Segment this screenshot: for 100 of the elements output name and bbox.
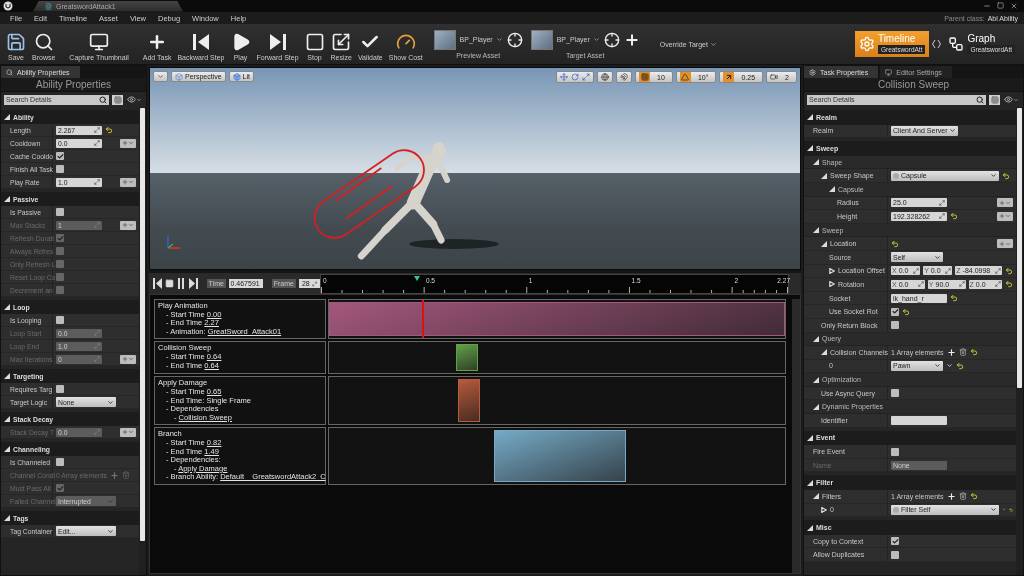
reset-arrow-icon[interactable]: [950, 212, 958, 221]
checkbox[interactable]: [56, 458, 64, 466]
close-icon[interactable]: [1010, 2, 1018, 10]
expander-icon[interactable]: [813, 335, 819, 342]
preset-button[interactable]: [120, 177, 136, 187]
pause-button[interactable]: [177, 277, 186, 290]
caret-icon[interactable]: [946, 362, 953, 370]
checkbox[interactable]: [891, 389, 899, 398]
checkbox[interactable]: [891, 321, 899, 330]
reset-arrow-icon[interactable]: [105, 126, 113, 134]
target-button[interactable]: [506, 31, 523, 48]
preset-button[interactable]: [997, 198, 1013, 208]
expander-icon[interactable]: [821, 172, 827, 179]
expander-icon[interactable]: [813, 227, 819, 234]
surface-snap-button[interactable]: [616, 71, 633, 83]
bar-start-edge[interactable]: [329, 302, 330, 337]
expander-icon[interactable]: [821, 240, 827, 247]
reset-arrow-icon[interactable]: [1005, 266, 1013, 275]
scrollbar-thumb[interactable]: [140, 108, 145, 542]
caret-icon: [107, 398, 114, 406]
expander-icon[interactable]: [829, 186, 835, 193]
expander-icon[interactable]: [4, 416, 10, 422]
expander-icon[interactable]: [829, 281, 835, 288]
expander-icon[interactable]: [807, 434, 813, 441]
bar-start-edge[interactable]: [455, 344, 457, 372]
checkbox[interactable]: [891, 307, 899, 316]
reset-arrow-icon[interactable]: [891, 239, 899, 248]
view-grid-button[interactable]: [112, 94, 123, 105]
expander-icon[interactable]: [807, 479, 813, 486]
snap-toggle[interactable]: [723, 72, 735, 82]
preset-button[interactable]: [997, 239, 1013, 249]
expander-icon[interactable]: [821, 506, 827, 513]
maximize-icon[interactable]: [997, 2, 1004, 9]
bar-start-edge[interactable]: [493, 430, 495, 482]
expander-icon[interactable]: [821, 349, 827, 356]
search-icon: [33, 32, 54, 52]
text-field[interactable]: [891, 415, 947, 425]
trash-icon[interactable]: [958, 492, 967, 501]
playhead-line[interactable]: [421, 300, 424, 339]
monitor-icon: [885, 68, 893, 76]
checkbox[interactable]: [891, 537, 899, 546]
checkbox[interactable]: [56, 385, 64, 393]
reset-arrow-icon[interactable]: [1005, 280, 1013, 289]
expander-icon[interactable]: [807, 114, 813, 121]
checkbox[interactable]: [56, 152, 64, 160]
drag-handle-icon: [94, 356, 100, 362]
world-space-button[interactable]: [597, 71, 614, 83]
bar-start-edge[interactable]: [457, 379, 459, 423]
expander-icon[interactable]: [4, 196, 10, 202]
expander-icon[interactable]: [4, 304, 10, 310]
mode-label: Timeline: [877, 34, 916, 44]
view-grid-button[interactable]: [989, 94, 1000, 105]
caret-icon: [592, 36, 600, 43]
reset-arrow-icon[interactable]: [969, 492, 978, 501]
plus-icon[interactable]: [946, 491, 956, 501]
expander-icon[interactable]: [4, 114, 10, 120]
transform-tools[interactable]: [556, 71, 595, 83]
reset-arrow-icon[interactable]: [956, 362, 964, 370]
checkbox[interactable]: [56, 208, 64, 216]
expander-icon[interactable]: [813, 403, 819, 410]
checkbox[interactable]: [891, 447, 899, 456]
visibility-button[interactable]: [126, 94, 143, 105]
step-forward-button[interactable]: [188, 277, 198, 290]
checkbox[interactable]: [56, 316, 64, 324]
bar-end-edge[interactable]: [625, 430, 627, 482]
checkbox[interactable]: [56, 165, 64, 173]
step-back-button[interactable]: [153, 277, 162, 290]
expander-icon[interactable]: [807, 524, 813, 531]
view-options-button[interactable]: [153, 71, 168, 82]
scrollbar[interactable]: [792, 299, 800, 573]
expander-icon[interactable]: [829, 267, 835, 274]
task-bar[interactable]: [458, 379, 479, 423]
reset-arrow-icon[interactable]: [950, 294, 958, 302]
bar-end-edge[interactable]: [476, 344, 478, 372]
trash-icon[interactable]: [958, 348, 967, 357]
expander-icon[interactable]: [4, 373, 10, 379]
preset-button[interactable]: [120, 138, 136, 148]
visibility-button[interactable]: [1003, 94, 1020, 105]
task-bar[interactable]: [494, 430, 626, 482]
panel-title: Collision Sweep: [804, 78, 1023, 92]
reset-arrow-icon[interactable]: [969, 348, 978, 357]
target-button[interactable]: [603, 31, 620, 48]
preset-button[interactable]: [997, 211, 1013, 221]
snap-toggle[interactable]: [679, 72, 691, 82]
expander-icon[interactable]: [4, 515, 10, 521]
scrollbar-thumb[interactable]: [1017, 108, 1022, 388]
plus-icon[interactable]: [946, 347, 956, 357]
snap-toggle[interactable]: [639, 72, 651, 82]
add-button[interactable]: [623, 31, 640, 48]
eye-icon: [127, 95, 136, 104]
expander-icon[interactable]: [813, 493, 819, 500]
reset-arrow-icon[interactable]: [902, 307, 910, 316]
reset-arrow-icon[interactable]: [1008, 505, 1013, 514]
checkbox[interactable]: [891, 550, 899, 559]
caret-icon: [107, 497, 114, 505]
expander-icon[interactable]: [4, 446, 10, 452]
stop-button[interactable]: [165, 277, 174, 290]
task-bar[interactable]: [456, 344, 477, 372]
reset-arrow-icon[interactable]: [1002, 171, 1010, 180]
expander-icon[interactable]: [813, 376, 819, 383]
